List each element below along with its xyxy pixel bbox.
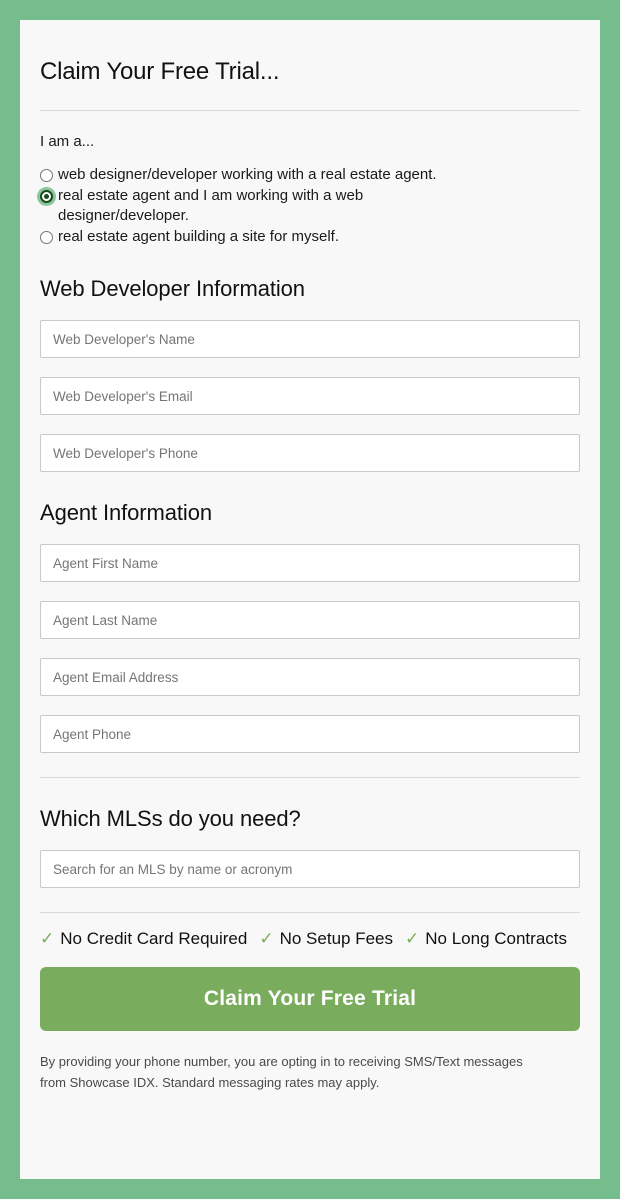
feature-list: ✓ No Credit Card Required ✓ No Setup Fee… xyxy=(20,913,600,949)
web-developer-section-heading: Web Developer Information xyxy=(40,276,305,302)
sms-disclaimer-text: By providing your phone number, you are … xyxy=(40,1054,523,1090)
web-developer-phone-input[interactable] xyxy=(40,434,580,473)
radio-option-agent-self[interactable]: real estate agent building a site for my… xyxy=(40,227,600,247)
free-trial-form-card: Claim Your Free Trial... I am a... web d… xyxy=(20,20,600,1179)
radio-circle-icon[interactable] xyxy=(40,231,53,245)
agent-fields xyxy=(20,526,600,754)
web-developer-email-input[interactable] xyxy=(40,377,580,416)
mls-search-input[interactable] xyxy=(40,850,580,889)
feature-label: No Setup Fees xyxy=(279,929,393,949)
radio-option-label: real estate agent building a site for my… xyxy=(58,228,339,246)
agent-last-name-input[interactable] xyxy=(40,601,580,640)
agent-section-heading: Agent Information xyxy=(40,500,212,526)
feature-item: ✓ No Setup Fees xyxy=(259,929,393,949)
radio-circle-icon[interactable] xyxy=(40,169,53,182)
web-developer-fields xyxy=(20,302,600,473)
feature-item: ✓ No Long Contracts xyxy=(405,929,567,949)
submit-button-wrap: Claim Your Free Trial xyxy=(20,949,600,1032)
radio-circle-selected-icon[interactable] xyxy=(40,190,53,204)
page-title: Claim Your Free Trial... xyxy=(40,58,280,85)
radio-option-label: web designer/developer working with a re… xyxy=(58,166,437,183)
feature-label: No Credit Card Required xyxy=(60,929,248,949)
radio-option-agent-with-developer[interactable]: real estate agent and I am working with … xyxy=(40,186,600,226)
agent-first-name-input[interactable] xyxy=(40,544,580,583)
web-developer-name-input[interactable] xyxy=(40,320,580,359)
mls-search-wrap xyxy=(20,832,600,889)
radio-option-web-designer[interactable]: web designer/developer working with a re… xyxy=(40,165,600,185)
role-radio-group: web designer/developer working with a re… xyxy=(20,151,600,247)
claim-free-trial-button[interactable]: Claim Your Free Trial xyxy=(40,967,580,1032)
feature-item: ✓ No Credit Card Required xyxy=(40,929,247,949)
agent-phone-input[interactable] xyxy=(40,715,580,754)
agent-email-input[interactable] xyxy=(40,658,580,697)
radio-option-label: real estate agent and I am working with … xyxy=(58,187,364,225)
mls-section-heading: Which MLSs do you need? xyxy=(40,806,301,832)
role-question-label: I am a... xyxy=(40,133,95,150)
check-icon: ✓ xyxy=(259,929,274,949)
feature-label: No Long Contracts xyxy=(425,929,567,949)
check-icon: ✓ xyxy=(40,929,55,949)
check-icon: ✓ xyxy=(405,929,420,949)
